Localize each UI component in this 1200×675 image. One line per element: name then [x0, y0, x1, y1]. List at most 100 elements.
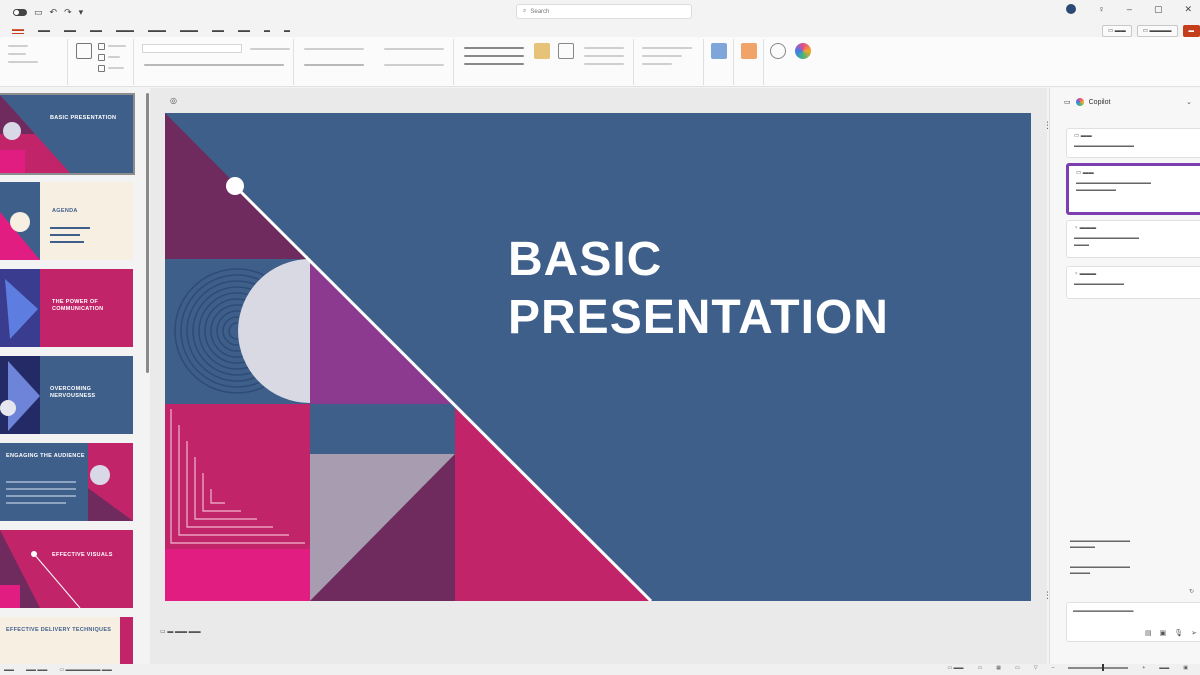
share-button[interactable]: ▬ [1182, 25, 1200, 37]
attach-icon[interactable]: ▤ [1145, 629, 1152, 637]
zoom-slider[interactable] [1068, 664, 1129, 671]
chevron-down-icon[interactable]: ⌄ [1186, 98, 1192, 106]
arrange-icon[interactable] [534, 43, 550, 59]
autosave-toggle[interactable] [13, 8, 27, 16]
pane-icon[interactable]: ▭ [1064, 98, 1071, 106]
notes-indicator[interactable]: ▭ ▬ ▬▬ ▬▬ [160, 628, 201, 635]
slideshow-icon[interactable]: ▽ [1034, 665, 1038, 671]
reading-view-icon[interactable]: ▭ [1015, 665, 1020, 671]
sorter-view-icon[interactable]: ▦ [996, 665, 1001, 671]
copilot-prompt-card-3[interactable]: ♀ ▬▬▬ ▬▬▬▬▬▬▬▬▬▬▬▬▬ ▬▬▬ [1066, 220, 1200, 258]
image-icon[interactable]: ▣ [1160, 629, 1167, 637]
maximize-icon[interactable]: ▢ [1154, 4, 1163, 15]
send-icon[interactable]: ➢ [1191, 629, 1197, 637]
copilot-prompt-card-4[interactable]: ♀ ▬▬▬ ▬▬▬▬▬▬▬▬▬▬ [1066, 266, 1200, 299]
card-title: ▭ ▬▬ [1074, 133, 1092, 139]
ribbon [0, 37, 1200, 87]
copilot-pane: ▭ Copilot ⌄ ▭ ▬▬ ▬▬▬▬▬▬▬▬▬▬▬▬ ▭ ▬▬ ▬▬▬▬▬… [1049, 88, 1200, 664]
refresh-icon[interactable]: ↻ [1189, 588, 1194, 595]
microphone-icon[interactable]: 🎙 [1174, 629, 1183, 637]
pane-resize-handle-top[interactable]: ⋮ [1043, 120, 1052, 131]
prompt-placeholder: ▬▬▬▬▬▬▬▬▬▬▬ [1073, 608, 1134, 614]
thumbnail-slide-7[interactable]: EFFECTIVE DELIVERY TECHNIQUES [0, 617, 133, 664]
normal-view-icon[interactable]: ▭ [978, 665, 983, 671]
redo-icon[interactable]: ↷ [64, 7, 72, 18]
thumbnail-slide-3[interactable]: THE POWER OF COMMUNICATION [0, 269, 133, 347]
thumbnail-title: OVERCOMING NERVOUSNESS [50, 386, 96, 399]
tab-home[interactable]: ▬▬ [12, 27, 24, 34]
thumbnail-slide-2[interactable]: AGENDA [0, 182, 133, 260]
designer-icon[interactable] [770, 43, 786, 59]
copilot-title: Copilot [1088, 98, 1111, 106]
copilot-ribbon-group [792, 39, 816, 85]
present-button[interactable]: ▭ ▬▬▬▬ [1136, 25, 1178, 37]
tab-animations[interactable]: ▬▬▬ [148, 28, 166, 34]
save-icon[interactable]: ▭ [34, 7, 43, 18]
zoom-level[interactable]: ▬▬ [1159, 665, 1169, 671]
copilot-icon[interactable] [795, 43, 811, 59]
slide-title[interactable]: BASIC PRESENTATION [508, 231, 889, 347]
thumbnail-slide-4[interactable]: OVERCOMING NERVOUSNESS [0, 356, 133, 434]
tab-transitions[interactable]: ▬▬▬ [116, 28, 134, 34]
customize-icon[interactable]: ▾ [79, 7, 84, 18]
card-body: ▬▬▬▬▬▬▬▬▬▬▬▬ [1074, 143, 1134, 149]
copilot-icon [1075, 98, 1084, 106]
thumbnail-title: EFFECTIVE VISUALS [52, 552, 113, 558]
card-body: ▬▬▬▬▬▬▬▬▬▬▬▬▬▬▬ ▬▬▬▬▬▬▬▬ [1076, 180, 1151, 193]
add-ins-icon[interactable] [741, 43, 757, 59]
slide-counter: ▬▬ [4, 666, 14, 673]
tips-icon[interactable]: ♀ [1098, 4, 1105, 15]
dictate-icon[interactable] [711, 43, 727, 59]
comments-button[interactable]: ▭ ▬▬ [1102, 25, 1132, 37]
slide-artwork [165, 113, 653, 601]
accessibility-status[interactable]: ▭ ▬▬▬▬▬▬▬ ▬▬ [59, 667, 112, 673]
card-body: ▬▬▬▬▬▬▬▬▬▬▬▬▬ ▬▬▬ [1074, 235, 1139, 248]
window-controls: ♀ – ▢ ✕ [1066, 4, 1192, 15]
addins-group [734, 39, 764, 85]
tab-insert[interactable]: ▬▬ [38, 28, 50, 34]
copilot-suggestion-2[interactable]: ▬▬▬▬▬▬▬▬▬▬▬▬ ▬▬▬▬ [1070, 564, 1195, 576]
tab-review[interactable]: ▬▬ [238, 28, 250, 34]
undo-icon[interactable]: ↶ [50, 7, 58, 18]
status-right: ▭ ▬▬ ▭ ▦ ▭ ▽ – + ▬▬ ▣ [947, 664, 1188, 671]
font-name-field[interactable] [142, 44, 242, 53]
tab-record[interactable]: ▬▬ [212, 28, 224, 34]
copilot-prompt-card-2[interactable]: ▭ ▬▬ ▬▬▬▬▬▬▬▬▬▬▬▬▬▬▬ ▬▬▬▬▬▬▬▬ [1066, 163, 1200, 215]
copilot-prompt-card-1[interactable]: ▭ ▬▬ ▬▬▬▬▬▬▬▬▬▬▬▬ [1066, 128, 1200, 158]
current-slide[interactable]: BASIC PRESENTATION [165, 113, 1031, 601]
language-indicator[interactable]: ▬▬ ▬▬ [26, 667, 47, 673]
pane-resize-handle[interactable]: ⋮ [1043, 590, 1052, 601]
zoom-out-icon[interactable]: – [1052, 665, 1055, 671]
card-title: ▭ ▬▬ [1076, 170, 1094, 176]
card-body: ▬▬▬▬▬▬▬▬▬▬ [1074, 281, 1124, 287]
tab-draw[interactable]: ▬▬ [64, 28, 76, 34]
tab-slide-show[interactable]: ▬▬▬ [180, 28, 198, 34]
copilot-suggestion-1[interactable]: ▬▬▬▬▬▬▬▬▬▬▬▬ ▬▬▬▬▬ [1070, 538, 1195, 550]
slide-title-line-2: PRESENTATION [508, 291, 889, 344]
account-avatar[interactable] [1066, 4, 1077, 14]
thumbnail-slide-5[interactable]: ENGAGING THE AUDIENCE [0, 443, 133, 521]
thumbnail-scrollbar[interactable] [146, 93, 149, 373]
editing-group [634, 39, 704, 85]
clipboard-group [0, 39, 68, 85]
paragraph-group [294, 39, 454, 85]
tab-design[interactable]: ▬▬ [90, 28, 102, 34]
close-icon[interactable]: ✕ [1184, 4, 1192, 15]
thumbnail-title: AGENDA [52, 208, 78, 214]
copilot-prompt-input[interactable]: ▬▬▬▬▬▬▬▬▬▬▬ ▤ ▣ 🎙 ➢ [1066, 602, 1200, 642]
search-box[interactable]: ⌕ Search [516, 4, 692, 19]
fit-slide-icon[interactable]: ▣ [1183, 665, 1188, 671]
thumbnail-slide-1[interactable]: BASIC PRESENTATION [0, 93, 135, 175]
new-slide-icon[interactable] [76, 43, 92, 59]
drawing-group [454, 39, 634, 85]
tab-view[interactable]: ▬ [264, 28, 270, 34]
quick-styles-icon[interactable] [558, 43, 574, 59]
thumbnail-slide-6[interactable]: EFFECTIVE VISUALS [0, 530, 133, 608]
zoom-in-icon[interactable]: + [1142, 665, 1145, 671]
notes-button[interactable]: ▭ ▬▬ [947, 665, 963, 671]
ribbon-tabs: ▬▬ ▬▬ ▬▬ ▬▬ ▬▬▬ ▬▬▬ ▬▬▬ ▬▬ ▬▬ ▬ ▬ [0, 24, 1200, 37]
accessibility-icon[interactable]: ◎ [170, 96, 177, 105]
designer-group [764, 39, 792, 85]
minimize-icon[interactable]: – [1127, 4, 1132, 15]
tab-help[interactable]: ▬ [284, 28, 290, 34]
